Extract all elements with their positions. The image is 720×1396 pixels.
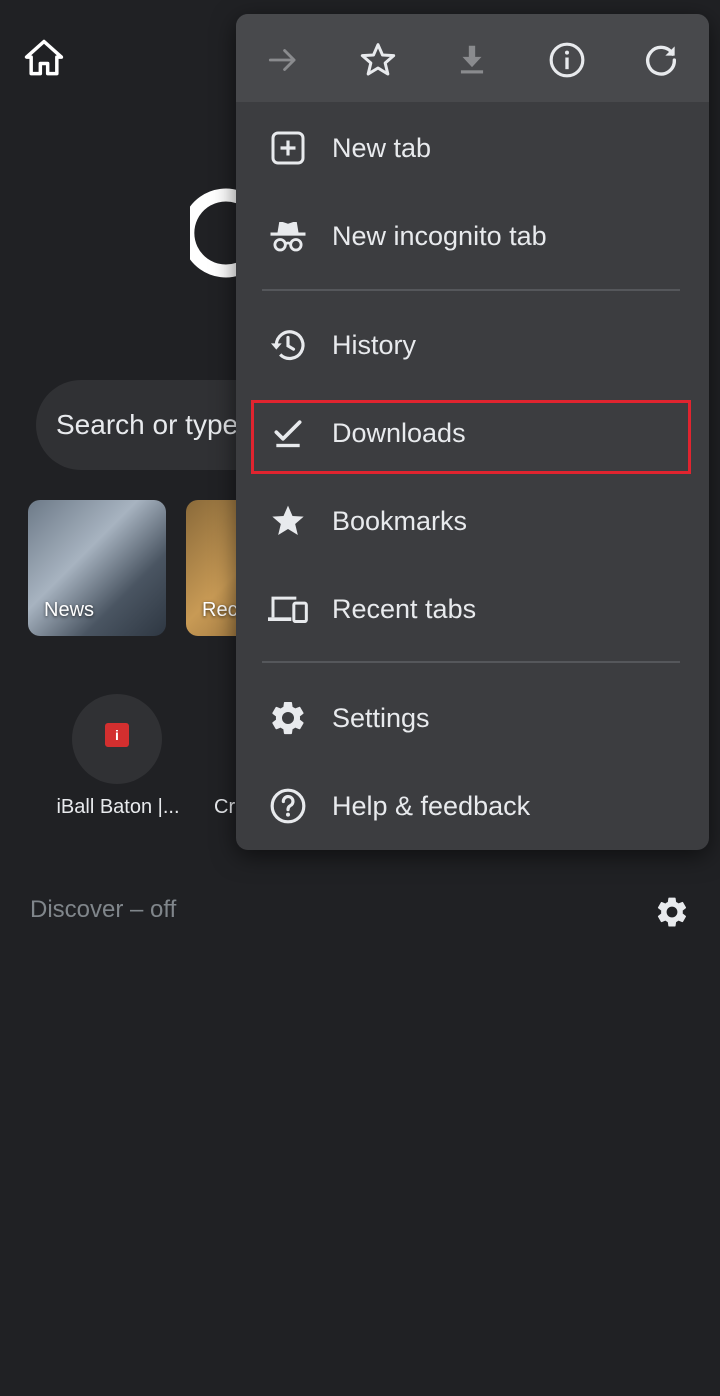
- menu-item-bookmarks[interactable]: Bookmarks: [236, 477, 709, 565]
- menu-divider: [262, 289, 680, 291]
- tile-news[interactable]: News: [28, 500, 166, 636]
- menu-item-label: New tab: [332, 132, 432, 163]
- download-icon: [460, 45, 484, 74]
- arrow-forward-icon: [268, 49, 296, 71]
- menu-item-label: Settings: [332, 702, 430, 733]
- menu-item-label: Bookmarks: [332, 505, 468, 536]
- menu-item-history[interactable]: History: [236, 301, 709, 389]
- overflow-menu: New tab New incognito tab History Downlo…: [236, 14, 709, 850]
- discover-settings-button[interactable]: [654, 894, 690, 930]
- refresh-icon: [646, 45, 677, 76]
- bookmark-button[interactable]: [354, 36, 402, 84]
- iball-favicon: i: [105, 723, 129, 747]
- plus-box-icon: [264, 124, 312, 172]
- menu-item-recent-tabs[interactable]: Recent tabs: [236, 565, 709, 653]
- menu-item-help-feedback[interactable]: Help & feedback: [236, 762, 709, 850]
- gear-icon: [657, 897, 687, 927]
- discover-status: Discover – off: [30, 896, 177, 923]
- incognito-icon: [264, 212, 312, 260]
- menu-item-label: Recent tabs: [332, 593, 477, 624]
- menu-item-label: History: [332, 329, 417, 360]
- menu-item-label: Help & feedback: [332, 790, 531, 821]
- info-icon: [549, 42, 585, 78]
- history-icon: [264, 321, 312, 369]
- menu-item-label: New incognito tab: [332, 220, 547, 251]
- star-outline-icon: [360, 43, 396, 76]
- help-icon: [264, 782, 312, 830]
- menu-item-new-tab[interactable]: New tab: [236, 104, 709, 192]
- shortcut-second-label: Cr: [214, 796, 236, 818]
- download-page-button[interactable]: [448, 36, 496, 84]
- gear-icon: [264, 694, 312, 742]
- shortcut-iball-label: iBall Baton |...: [56, 796, 180, 818]
- tile-recipes-label: Rec: [202, 599, 238, 621]
- downloads-highlight-box: [251, 400, 691, 474]
- home-button[interactable]: [22, 36, 66, 80]
- search-placeholder: Search or type: [56, 409, 239, 440]
- star-icon: [264, 497, 312, 545]
- page-info-button[interactable]: [543, 36, 591, 84]
- forward-button[interactable]: [259, 36, 307, 84]
- menu-toolbar: [236, 14, 709, 102]
- tile-news-label: News: [44, 599, 95, 621]
- home-icon: [24, 39, 64, 76]
- menu-item-new-incognito-tab[interactable]: New incognito tab: [236, 192, 709, 280]
- reload-button[interactable]: [637, 36, 685, 84]
- menu-divider: [262, 661, 680, 663]
- menu-item-settings[interactable]: Settings: [236, 674, 709, 762]
- devices-icon: [264, 585, 312, 633]
